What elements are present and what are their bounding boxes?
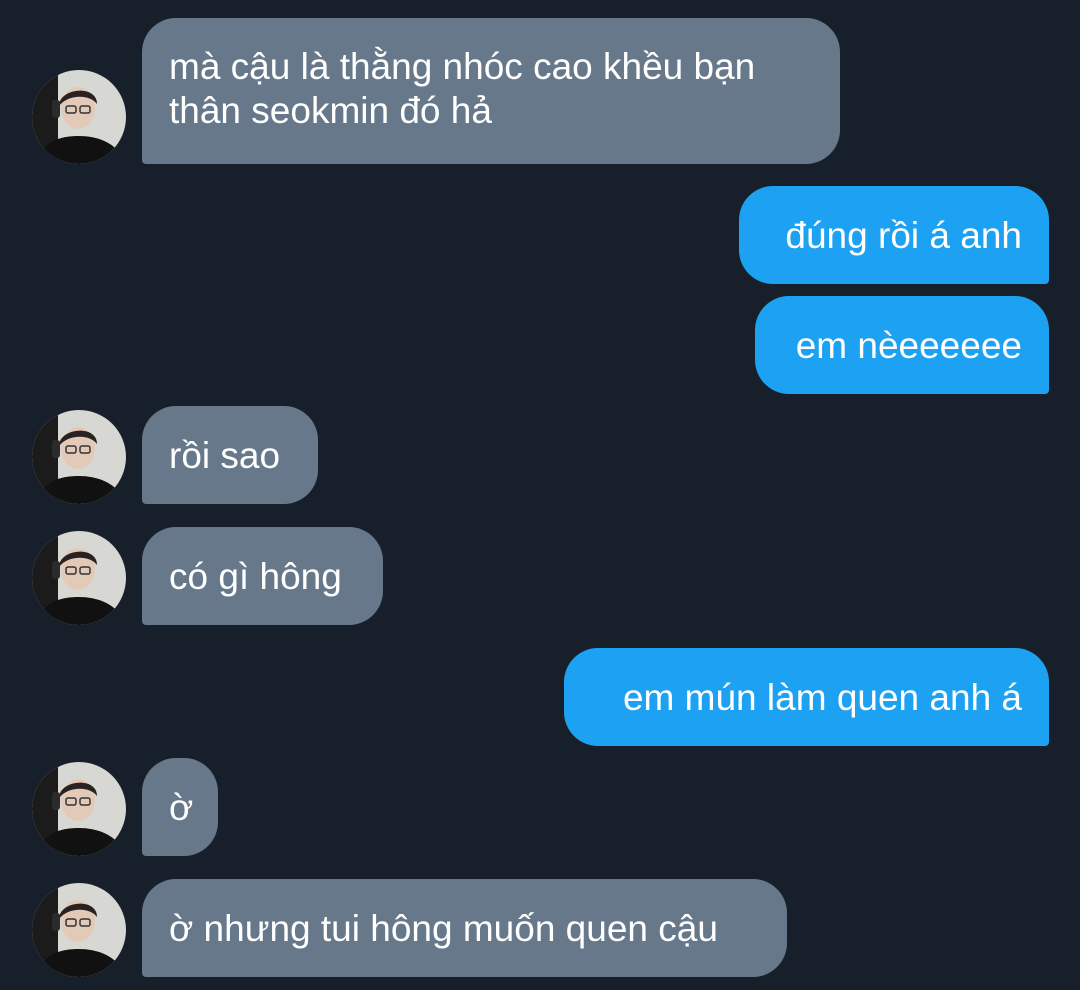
message-bubble-incoming[interactable]: có gì hông bbox=[142, 527, 383, 625]
avatar-photo bbox=[32, 70, 126, 164]
avatar-photo bbox=[32, 410, 126, 504]
contact-avatar[interactable] bbox=[32, 410, 126, 504]
message-bubble-incoming[interactable]: ờ bbox=[142, 758, 218, 856]
message-bubble-outgoing[interactable]: em nèeeeeee bbox=[755, 296, 1049, 394]
contact-avatar[interactable] bbox=[32, 762, 126, 856]
message-bubble-incoming[interactable]: mà cậu là thằng nhóc cao khều bạn thân s… bbox=[142, 18, 840, 164]
contact-avatar[interactable] bbox=[32, 70, 126, 164]
contact-avatar[interactable] bbox=[32, 531, 126, 625]
message-bubble-incoming[interactable]: ờ nhưng tui hông muốn quen cậu bbox=[142, 879, 787, 977]
message-bubble-incoming[interactable]: rồi sao bbox=[142, 406, 318, 504]
message-bubble-outgoing[interactable]: đúng rồi á anh bbox=[739, 186, 1049, 284]
contact-avatar[interactable] bbox=[32, 883, 126, 977]
chat-thread: mà cậu là thằng nhóc cao khều bạn thân s… bbox=[0, 0, 1080, 990]
message-bubble-outgoing[interactable]: em mún làm quen anh á bbox=[564, 648, 1049, 746]
avatar-photo bbox=[32, 531, 126, 625]
avatar-photo bbox=[32, 762, 126, 856]
avatar-photo bbox=[32, 883, 126, 977]
